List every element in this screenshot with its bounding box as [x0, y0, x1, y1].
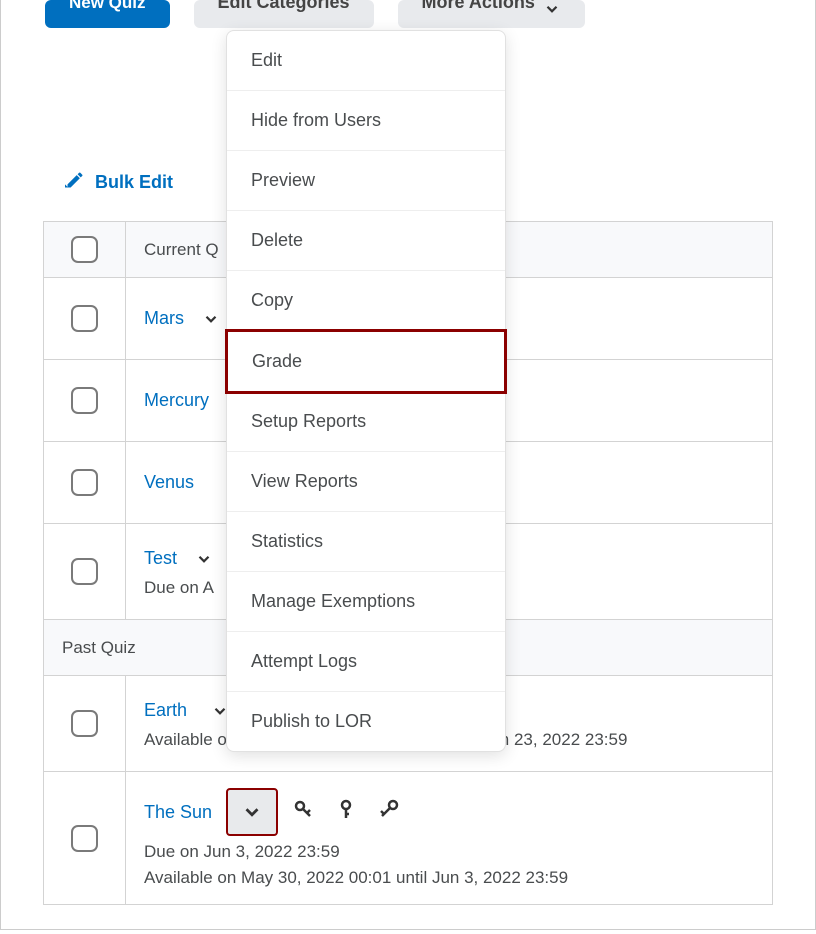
- more-actions-label: More Actions: [422, 0, 535, 5]
- available-text: Available on May 30, 2022 00:01 until Ju…: [144, 868, 754, 888]
- bulk-edit-link[interactable]: Bulk Edit: [65, 170, 173, 195]
- row-actions-chevron[interactable]: [191, 546, 217, 572]
- row-actions-chevron-highlighted[interactable]: [226, 788, 278, 836]
- bulk-edit-label: Bulk Edit: [95, 172, 173, 193]
- dropdown-item-hide-from-users[interactable]: Hide from Users: [227, 91, 505, 151]
- dropdown-item-edit[interactable]: Edit: [227, 31, 505, 91]
- table-row: The Sun: [44, 772, 772, 905]
- dropdown-item-delete[interactable]: Delete: [227, 211, 505, 271]
- quiz-link-the-sun[interactable]: The Sun: [144, 802, 212, 823]
- due-text: Due on Jun 3, 2022 23:59: [144, 842, 754, 862]
- dropdown-item-copy[interactable]: Copy: [227, 271, 505, 331]
- dropdown-item-grade[interactable]: Grade: [225, 329, 507, 394]
- row-checkbox[interactable]: [71, 387, 98, 414]
- access-icons: [292, 798, 400, 827]
- quiz-manager-panel: New Quiz Edit Categories More Actions Bu…: [0, 0, 816, 930]
- key-icon: [334, 798, 358, 827]
- chevron-down-icon: [543, 0, 561, 18]
- row-checkbox[interactable]: [71, 558, 98, 585]
- quiz-link-mars[interactable]: Mars: [144, 308, 184, 329]
- dropdown-item-statistics[interactable]: Statistics: [227, 512, 505, 572]
- row-actions-chevron[interactable]: [198, 306, 224, 332]
- select-all-checkbox[interactable]: [71, 236, 98, 263]
- dropdown-item-setup-reports[interactable]: Setup Reports: [227, 392, 505, 452]
- key-icon: [376, 798, 400, 827]
- dropdown-item-manage-exemptions[interactable]: Manage Exemptions: [227, 572, 505, 632]
- quiz-link-venus[interactable]: Venus: [144, 472, 194, 493]
- quiz-link-test[interactable]: Test: [144, 548, 177, 569]
- dropdown-item-view-reports[interactable]: View Reports: [227, 452, 505, 512]
- row-checkbox[interactable]: [71, 469, 98, 496]
- quiz-link-earth[interactable]: Earth: [144, 700, 187, 721]
- key-icon: [292, 798, 316, 827]
- dropdown-item-publish-to-lor[interactable]: Publish to LOR: [227, 692, 505, 751]
- row-actions-dropdown: Edit Hide from Users Preview Delete Copy…: [226, 30, 506, 752]
- dropdown-item-attempt-logs[interactable]: Attempt Logs: [227, 632, 505, 692]
- dropdown-item-preview[interactable]: Preview: [227, 151, 505, 211]
- row-checkbox[interactable]: [71, 710, 98, 737]
- more-actions-button[interactable]: More Actions: [398, 0, 585, 28]
- quiz-link-mercury[interactable]: Mercury: [144, 390, 209, 411]
- new-quiz-button[interactable]: New Quiz: [45, 0, 170, 28]
- edit-categories-button[interactable]: Edit Categories: [194, 0, 374, 28]
- pencil-icon: [65, 170, 85, 195]
- row-checkbox[interactable]: [71, 305, 98, 332]
- action-bar: New Quiz Edit Categories More Actions: [1, 0, 815, 28]
- row-checkbox[interactable]: [71, 825, 98, 852]
